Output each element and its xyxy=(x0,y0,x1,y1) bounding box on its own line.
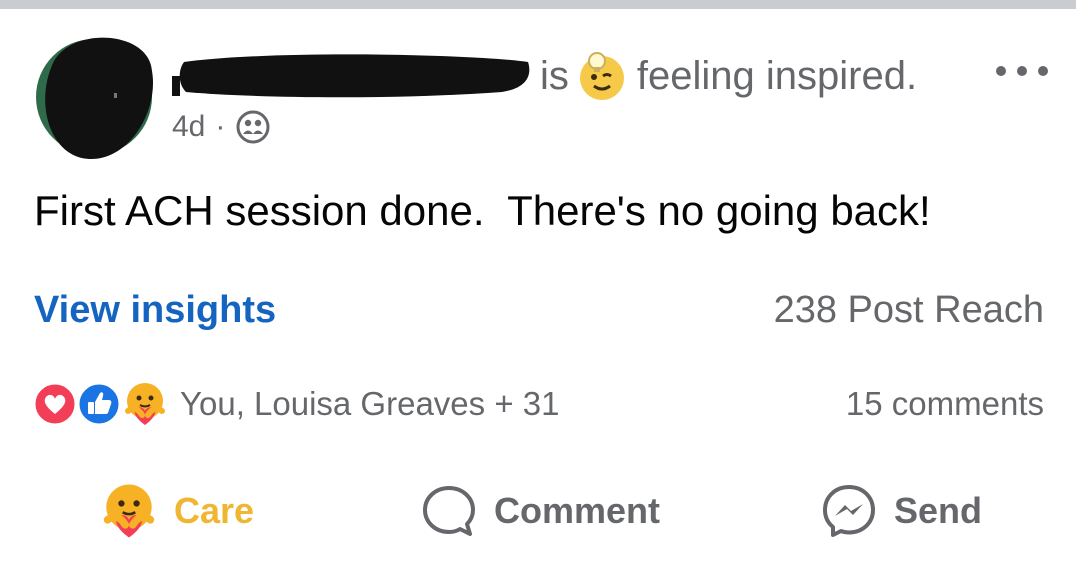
view-insights-link[interactable]: View insights xyxy=(34,289,276,332)
reactions-summary[interactable]: You, Louisa Greaves + 31 xyxy=(32,379,559,429)
send-label: Send xyxy=(894,490,983,531)
care-icon xyxy=(100,482,158,540)
feeling-text: feeling inspired. xyxy=(636,53,918,98)
top-divider xyxy=(0,0,1076,9)
post-timestamp[interactable]: 4d xyxy=(172,110,205,144)
meta-separator: · xyxy=(215,110,226,143)
feeling-emoji-icon xyxy=(577,51,627,101)
like-icon xyxy=(76,381,122,427)
care-button[interactable]: Care xyxy=(100,479,254,543)
post-action-bar: Care Comment Send xyxy=(0,479,1076,543)
send-button[interactable]: Send xyxy=(820,479,982,543)
reaction-icons xyxy=(32,381,174,427)
feed-post: is feeling inspired. 4d · First ACH sess… xyxy=(0,9,1076,562)
post-body-text: First ACH session done. There's no going… xyxy=(34,187,931,234)
author-verb: is xyxy=(540,53,569,98)
author-name-redacted[interactable] xyxy=(172,54,532,98)
comment-icon xyxy=(420,482,478,540)
post-meta: 4d · xyxy=(172,109,271,145)
avatar[interactable] xyxy=(34,31,154,163)
post-reach: 238 Post Reach xyxy=(773,289,1044,331)
messenger-icon xyxy=(820,482,878,540)
comment-button[interactable]: Comment xyxy=(420,479,660,543)
care-icon xyxy=(122,381,168,427)
more-options-icon[interactable] xyxy=(996,61,1048,81)
reaction-names: You, Louisa Greaves + 31 xyxy=(180,385,560,422)
friends-icon[interactable] xyxy=(235,109,271,145)
care-label: Care xyxy=(174,490,255,531)
author-line: is feeling inspired. xyxy=(172,51,917,101)
comment-label: Comment xyxy=(494,490,661,531)
love-icon xyxy=(32,381,78,427)
comments-count-link[interactable]: 15 comments xyxy=(846,385,1044,423)
